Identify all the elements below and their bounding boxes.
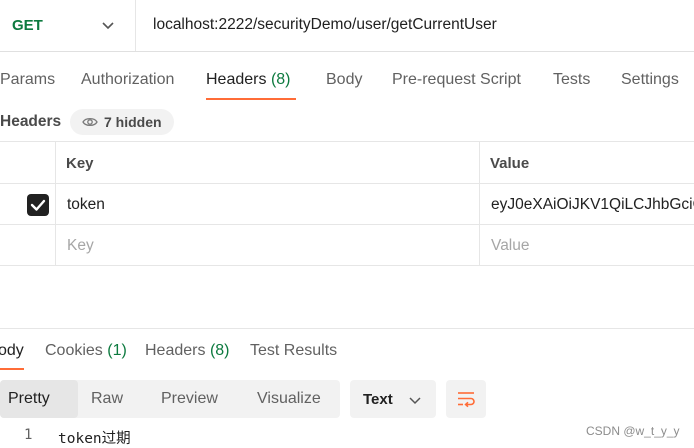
headers-title: Headers <box>0 113 62 130</box>
mode-raw[interactable]: Raw <box>91 390 123 408</box>
headers-count: (8) <box>270 71 291 88</box>
watermark: CSDN @w_t_y_y <box>586 424 680 438</box>
response-tabs: ody Cookies (1) Headers (8) Test Results <box>0 328 694 372</box>
wrap-lines-icon <box>458 392 475 408</box>
mode-visualize[interactable]: Visualize <box>257 390 321 408</box>
column-value-header: Value <box>490 155 530 172</box>
line-number: 1 <box>24 427 33 443</box>
response-tab-body[interactable]: ody <box>0 342 24 360</box>
table-row-empty: Key Value <box>0 225 694 266</box>
tab-pre-request-script[interactable]: Pre-request Script <box>392 71 521 89</box>
method-label: GET <box>12 17 43 34</box>
active-tab-indicator <box>206 98 296 100</box>
tab-authorization[interactable]: Authorization <box>81 71 174 89</box>
wrap-lines-button[interactable] <box>446 380 486 418</box>
response-type-label: Text <box>363 391 393 408</box>
chevron-down-icon <box>409 397 421 405</box>
chevron-down-icon <box>102 22 114 30</box>
header-value-cell[interactable]: eyJ0eXAiOiJKV1QiLCJhbGciOiJIUzI1NiJ9 <box>491 196 694 214</box>
tab-body[interactable]: Body <box>326 71 362 89</box>
response-tab-test-results[interactable]: Test Results <box>250 342 337 360</box>
header-key-cell[interactable]: token <box>67 196 467 214</box>
method-dropdown[interactable]: GET <box>0 0 136 51</box>
tab-settings[interactable]: Settings <box>621 71 679 89</box>
table-header-row: Key Value <box>0 142 694 184</box>
response-tab-headers[interactable]: Headers (8) <box>145 342 230 360</box>
column-key-header: Key <box>66 155 94 172</box>
url-input[interactable]: localhost:2222/securityDemo/user/getCurr… <box>153 16 497 34</box>
request-tabs: Params Authorization Headers (8) Body Pr… <box>0 52 694 102</box>
tab-params[interactable]: Params <box>0 71 55 89</box>
tab-headers[interactable]: Headers (8) <box>206 71 291 89</box>
response-format-bar: Pretty Raw Preview Visualize Text <box>0 379 694 419</box>
mode-pretty[interactable]: Pretty <box>8 390 50 408</box>
new-key-input[interactable]: Key <box>67 237 94 255</box>
headers-section-header: Headers 7 hidden <box>0 108 694 136</box>
response-tab-cookies[interactable]: Cookies (1) <box>45 342 127 360</box>
checkmark-icon <box>30 199 46 211</box>
hidden-headers-toggle[interactable]: 7 hidden <box>70 109 174 135</box>
tab-tests[interactable]: Tests <box>553 71 590 89</box>
response-text: token过期 <box>58 431 131 447</box>
hidden-count-label: 7 hidden <box>104 114 162 130</box>
row-enabled-checkbox[interactable] <box>27 194 49 216</box>
new-value-input[interactable]: Value <box>491 237 530 255</box>
url-bar: GET localhost:2222/securityDemo/user/get… <box>0 0 694 52</box>
table-row: token eyJ0eXAiOiJKV1QiLCJhbGciOiJIUzI1Ni… <box>0 184 694 225</box>
response-active-tab-indicator <box>0 368 24 370</box>
eye-icon <box>82 117 98 127</box>
view-mode-selector: Pretty Raw Preview Visualize <box>0 380 340 418</box>
response-type-dropdown[interactable]: Text <box>350 380 436 418</box>
mode-preview[interactable]: Preview <box>161 390 218 408</box>
headers-table: Key Value token eyJ0eXAiOiJKV1QiLCJhbGci… <box>0 141 694 266</box>
